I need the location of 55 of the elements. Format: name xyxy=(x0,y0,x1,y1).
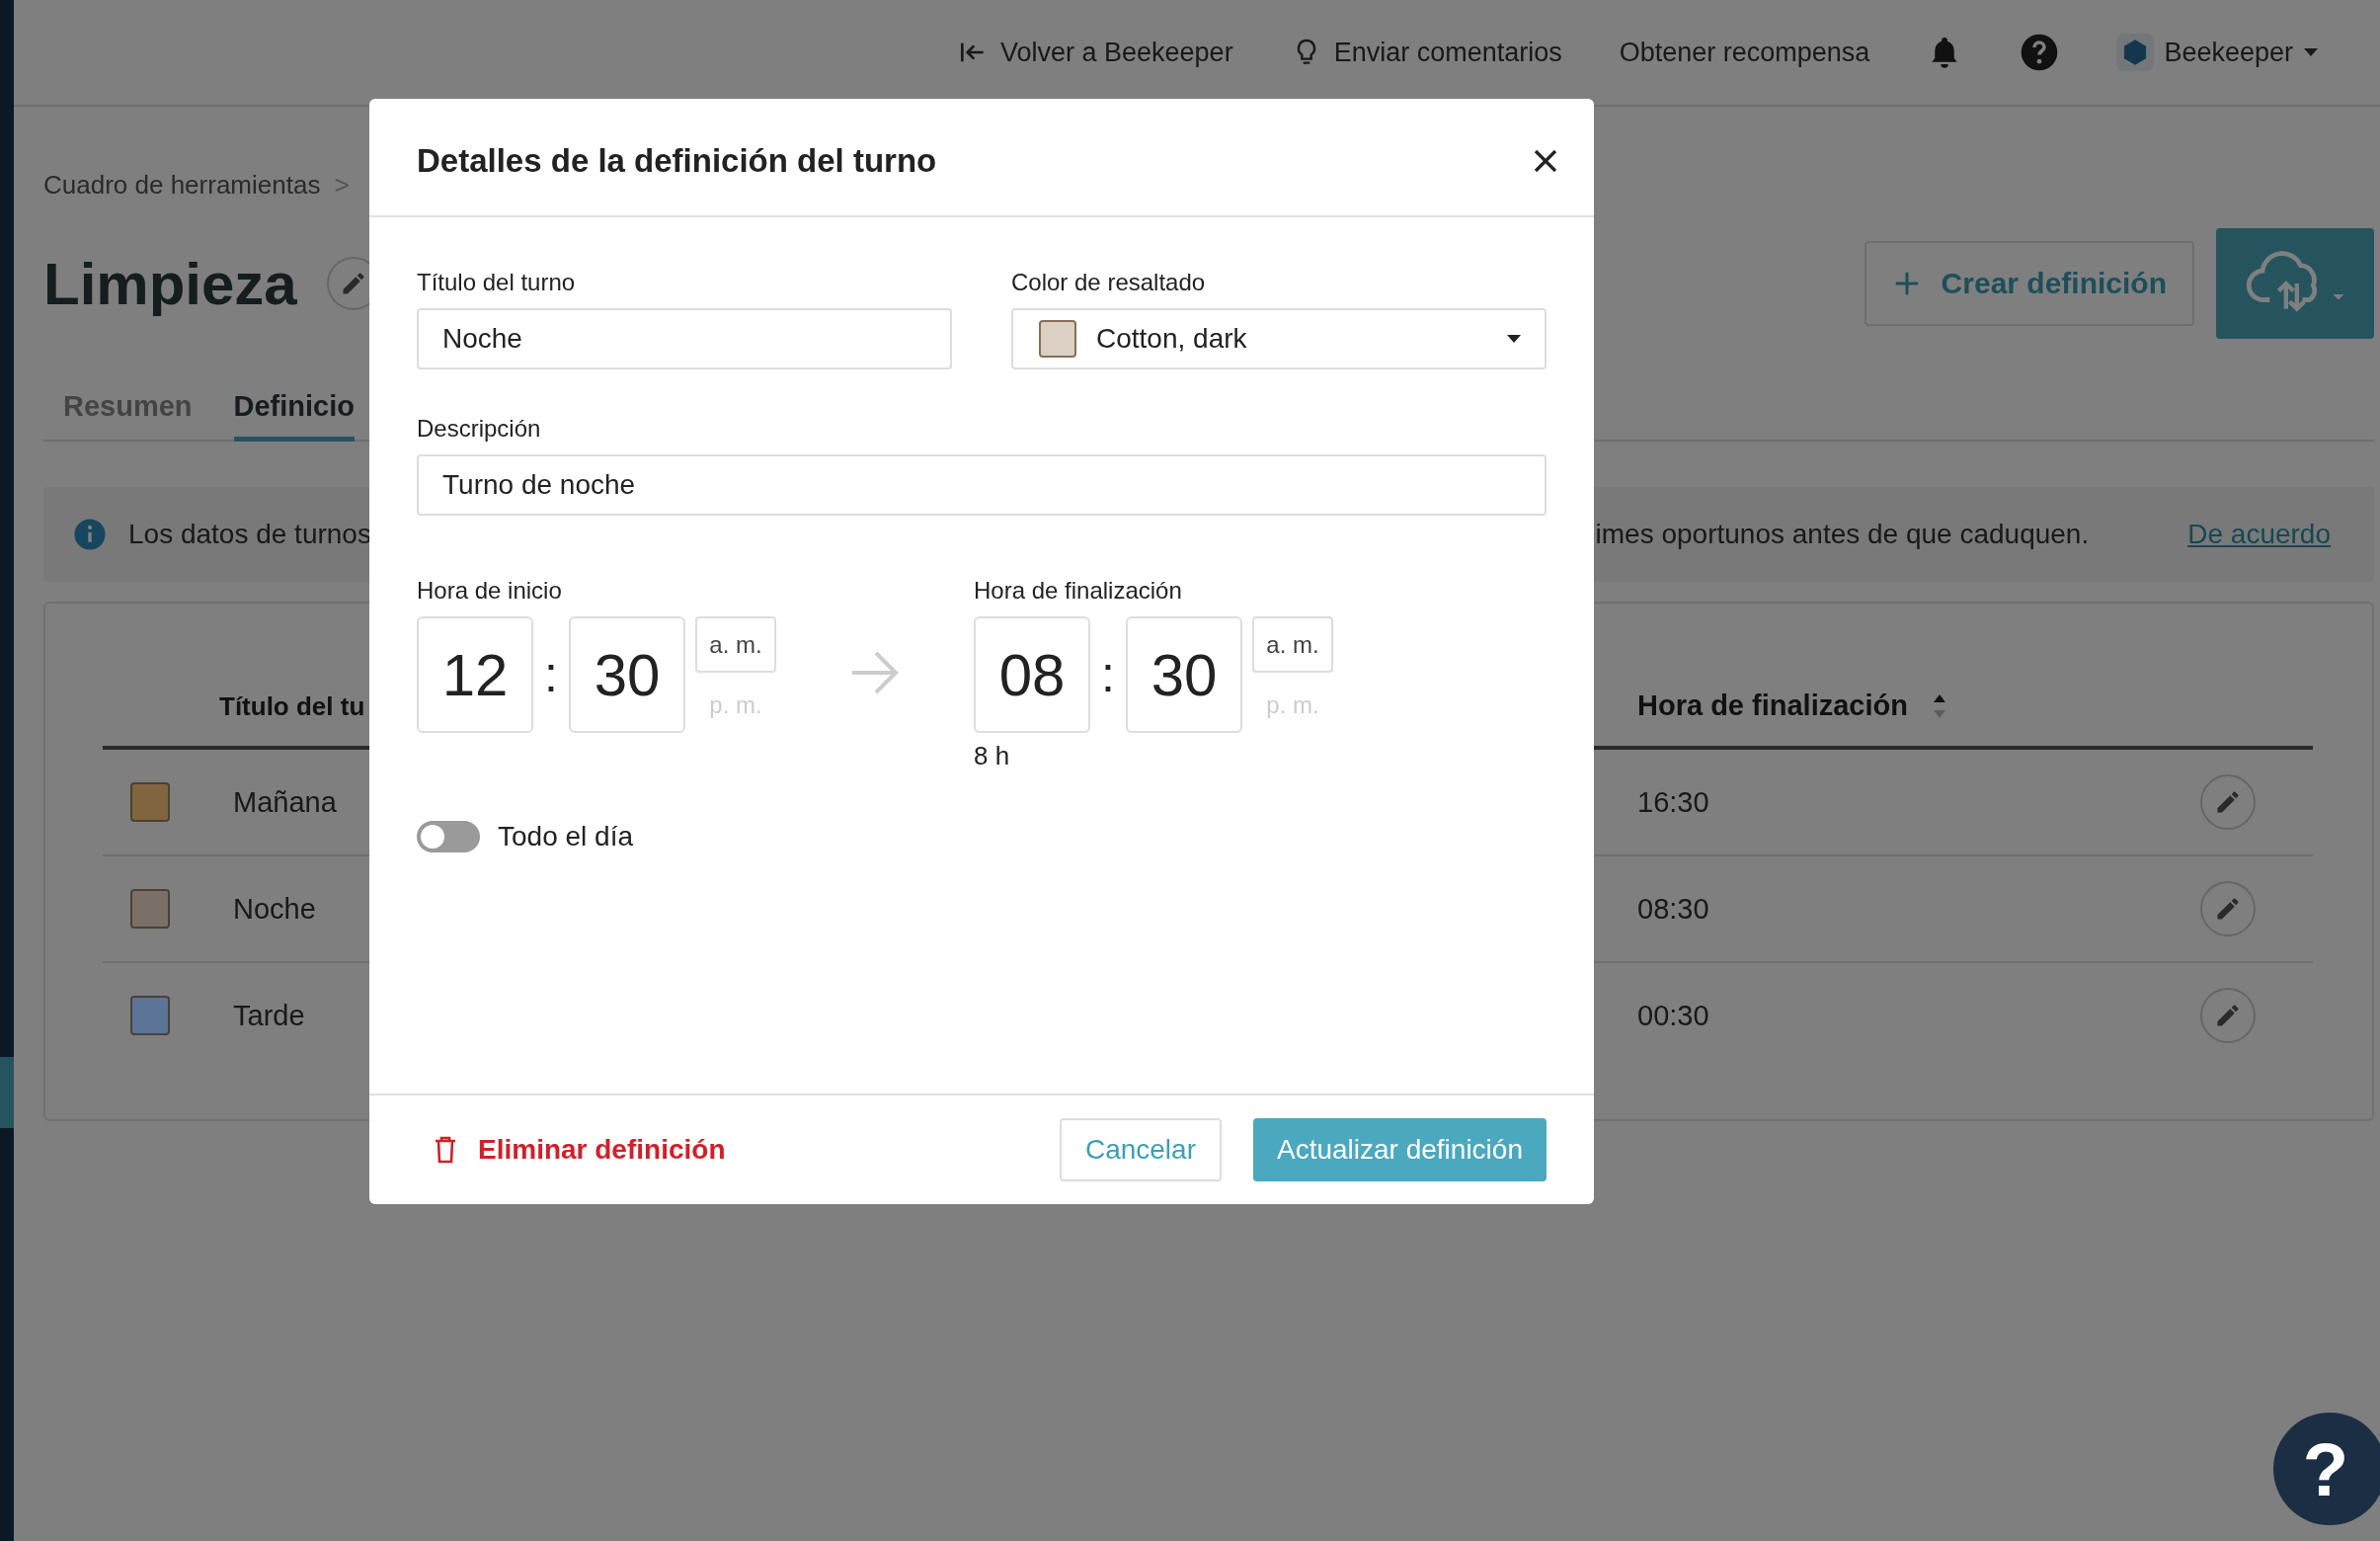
field-label: Título del turno xyxy=(417,269,577,296)
dialog-title: Detalles de la definición del turno xyxy=(417,142,938,180)
dismiss-link[interactable]: De acuerdo xyxy=(2187,519,2331,550)
field-label: Descripción xyxy=(417,415,542,443)
avatar-icon xyxy=(2116,34,2155,71)
banner-text: Los datos de turnos xyxy=(128,519,371,550)
info-icon xyxy=(73,518,107,551)
hour-field[interactable]: 08 xyxy=(974,616,1090,733)
nav-link[interactable]: Obtener recompensa xyxy=(1619,37,1870,68)
period-option[interactable]: a. m. xyxy=(1252,616,1333,673)
toggle-label: Todo el día xyxy=(498,821,633,852)
arrow-icon xyxy=(850,650,900,695)
breadcrumb-link[interactable]: Cuadro de herramientas xyxy=(43,170,321,201)
field-label: Color de resaltado xyxy=(1011,269,1207,296)
minute-field[interactable]: 30 xyxy=(569,616,685,733)
table-cell-text: Noche xyxy=(232,892,316,926)
account-menu[interactable]: Beekeeper xyxy=(2116,34,2319,71)
caret-icon xyxy=(2303,47,2319,57)
table-cell-text: Mañana xyxy=(232,785,337,819)
all-day-toggle[interactable] xyxy=(417,821,480,852)
nav-link[interactable]: Volver a Beekeeper xyxy=(956,37,1233,68)
color-dropdown[interactable]: Cotton, dark xyxy=(1011,308,1547,369)
tab[interactable]: Resumen xyxy=(63,378,193,442)
edit-row-button[interactable] xyxy=(2200,988,2256,1043)
tab[interactable]: Definicio xyxy=(233,378,355,442)
title-field[interactable]: Noche xyxy=(417,308,952,369)
field-label: Hora de finalización xyxy=(974,577,1183,605)
edit-row-button[interactable] xyxy=(2200,881,2256,936)
page-title: Limpieza xyxy=(43,249,297,318)
edit-row-button[interactable] xyxy=(2200,774,2256,830)
help-icon[interactable] xyxy=(2020,33,2060,72)
time-separator: : xyxy=(543,646,559,704)
column-header[interactable]: Hora de finalización xyxy=(1637,689,2200,746)
nav-link[interactable]: Enviar comentarios xyxy=(1290,37,1562,68)
banner-text: imes oportunos antes de que caduquen. xyxy=(1595,519,2090,550)
period-option[interactable]: a. m. xyxy=(695,616,776,673)
caret-icon xyxy=(1507,335,1521,343)
delete-button[interactable]: Eliminar definición xyxy=(435,1134,726,1166)
trash-icon xyxy=(435,1136,456,1164)
description-field[interactable]: Turno de noche xyxy=(417,454,1547,516)
table-cell: 16:30 xyxy=(1637,785,1709,819)
time-separator: : xyxy=(1100,646,1116,704)
field-label: Hora de inicio xyxy=(417,577,563,605)
update-button[interactable]: Actualizar definición xyxy=(1252,1118,1547,1181)
duration-text: 8 h xyxy=(974,741,1011,771)
table-cell: 08:30 xyxy=(1637,892,1709,926)
breadcrumb-separator: > xyxy=(334,170,350,201)
create-definition-button[interactable]: Crear definición xyxy=(1864,241,2194,326)
column-header: Título del tu xyxy=(219,691,365,723)
table-cell: 00:30 xyxy=(1637,999,1709,1032)
sidebar-active-marker xyxy=(0,1057,14,1128)
cancel-button[interactable]: Cancelar xyxy=(1059,1118,1222,1181)
hour-field[interactable]: 12 xyxy=(417,616,533,733)
table-cell-text: Tarde xyxy=(232,999,305,1032)
minute-field[interactable]: 30 xyxy=(1126,616,1242,733)
